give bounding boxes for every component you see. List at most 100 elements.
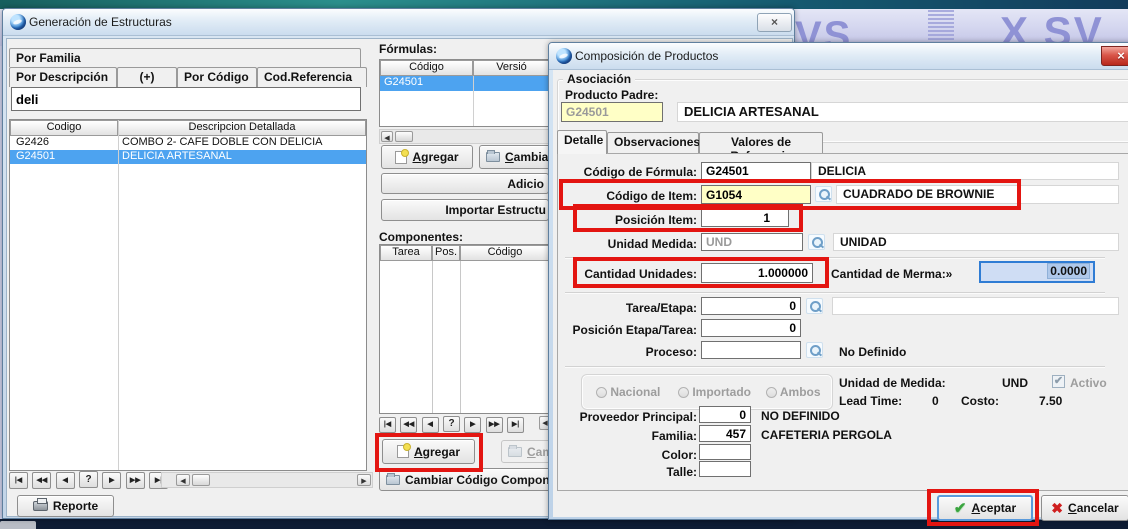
unidad-medida-label: Unidad Medida:: [567, 237, 697, 251]
column-header-tarea[interactable]: Tarea: [380, 245, 432, 261]
column-header-codigo[interactable]: Código: [460, 245, 550, 261]
familia-descripcion: CAFETERIA PERGOLA: [761, 428, 892, 442]
reporte-button[interactable]: Reporte: [17, 495, 114, 517]
lead-time-label: Lead Time:: [839, 394, 902, 408]
nav-help-button[interactable]: ?: [443, 416, 460, 432]
new-document-icon: [397, 445, 409, 458]
formulas-scrollbar[interactable]: ◀: [379, 129, 551, 144]
table-row-selected[interactable]: G24501 DELICIA ARTESANAL: [10, 150, 366, 164]
tab-plus[interactable]: (+): [117, 67, 177, 87]
producto-padre-field[interactable]: [561, 102, 663, 122]
codigo-item-field[interactable]: [701, 185, 811, 204]
app-icon: [556, 48, 572, 64]
familia-field[interactable]: [699, 425, 751, 442]
cantidad-unidades-field[interactable]: [701, 263, 813, 283]
results-table: Codigo Descripcion Detallada G2426 COMBO…: [9, 119, 367, 471]
color-field[interactable]: [699, 444, 751, 460]
column-divider: [460, 261, 461, 413]
tab-por-familia[interactable]: Por Familia: [9, 48, 361, 67]
cell-codigo: G2426: [16, 136, 49, 148]
radio-importado[interactable]: Importado: [678, 385, 751, 399]
componentes-label: Componentes:: [379, 230, 463, 244]
scroll-right-icon[interactable]: ▶: [357, 474, 371, 486]
nav-first-button[interactable]: |◀: [9, 472, 28, 489]
lookup-icon[interactable]: [815, 186, 832, 202]
radio-ambos[interactable]: Ambos: [766, 385, 821, 399]
proceso-field[interactable]: [701, 341, 801, 359]
talle-label: Talle:: [557, 465, 697, 479]
cantidad-merma-field[interactable]: 0.0000: [979, 261, 1095, 283]
aceptar-button[interactable]: ✔ Aceptar: [937, 495, 1033, 521]
nav-fast-back-button[interactable]: ◀◀: [400, 417, 417, 433]
codigo-formula-field[interactable]: [701, 162, 811, 180]
nav-back-button[interactable]: ◀: [422, 417, 439, 433]
tab-por-codigo[interactable]: Por Código: [177, 67, 257, 87]
nav-help-button[interactable]: ?: [79, 471, 98, 488]
lookup-icon[interactable]: [806, 342, 823, 358]
column-header-codigo[interactable]: Codigo: [10, 120, 118, 136]
unidad-medida-descripcion: UNIDAD: [833, 233, 1119, 251]
search-input[interactable]: [11, 87, 361, 111]
x-icon: ✖: [1051, 500, 1063, 517]
talle-field[interactable]: [699, 461, 751, 477]
app-icon: [10, 14, 26, 30]
horizontal-scrollbar[interactable]: ◀ ▶: [161, 472, 373, 488]
close-icon[interactable]: ×: [1101, 46, 1128, 66]
lookup-icon[interactable]: [806, 298, 823, 314]
tab-observaciones[interactable]: Observaciones: [607, 132, 699, 154]
activo-checkbox[interactable]: ✔: [1052, 375, 1065, 388]
column-header-pos[interactable]: Pos.: [432, 245, 460, 261]
radio-nacional[interactable]: Nacional: [596, 385, 660, 399]
componentes-agregar-button[interactable]: Agregar: [382, 439, 475, 464]
column-header-version[interactable]: Versió: [473, 60, 550, 76]
tab-cod-referencia[interactable]: Cod.Referencia: [257, 67, 367, 87]
tab-detalle[interactable]: Detalle: [557, 130, 607, 154]
check-icon: ✔: [954, 499, 967, 517]
formulas-row-selected[interactable]: G24501: [380, 76, 550, 91]
costo-label: Costo:: [961, 394, 999, 408]
nav-last-button[interactable]: ▶|: [507, 417, 524, 433]
adicional-button[interactable]: Adicio: [381, 173, 549, 194]
selected-text: 0.0000: [1047, 263, 1090, 279]
importar-estructura-button[interactable]: Importar Estructu: [381, 199, 549, 221]
tab-por-descripcion[interactable]: Por Descripción: [9, 67, 117, 87]
scroll-left-icon[interactable]: ◀: [176, 474, 190, 486]
lookup-icon[interactable]: [808, 234, 825, 250]
nav-fast-back-button[interactable]: ◀◀: [32, 472, 51, 489]
nav-fast-forward-button[interactable]: ▶▶: [126, 472, 145, 489]
nav-back-button[interactable]: ◀: [56, 472, 75, 489]
posicion-item-field[interactable]: [701, 209, 789, 227]
posicion-etapa-field[interactable]: [701, 319, 801, 337]
unidad-medida-field[interactable]: [701, 233, 803, 251]
radio-icon: [766, 387, 777, 398]
origen-group: Nacional Importado Ambos: [581, 374, 833, 410]
column-divider: [118, 120, 119, 470]
scroll-thumb[interactable]: [395, 131, 413, 142]
window-title: Generación de Estructuras: [29, 15, 172, 29]
nav-forward-button[interactable]: ▶: [102, 472, 121, 489]
proveedor-field[interactable]: [699, 406, 751, 423]
scroll-left-icon[interactable]: ◀: [381, 131, 393, 142]
tab-valores-referencia[interactable]: Valores de Referencia: [699, 132, 823, 154]
window-composicion-productos: Composición de Productos × Asociación Pr…: [548, 42, 1128, 520]
formulas-label: Fórmulas:: [379, 42, 437, 56]
nav-first-button[interactable]: |◀: [379, 417, 396, 433]
column-header-descripcion[interactable]: Descripcion Detallada: [118, 120, 366, 136]
column-divider: [473, 76, 474, 126]
tarea-etapa-field[interactable]: [701, 297, 801, 315]
table-row[interactable]: G2426 COMBO 2- CAFE DOBLE CON DELICIA: [10, 136, 366, 150]
proveedor-descripcion: NO DEFINIDO: [761, 409, 840, 423]
unidad-info-value: UND: [1002, 376, 1028, 390]
nav-forward-button[interactable]: ▶: [464, 417, 481, 433]
screen: VS X SV Generación de Estructuras × Por …: [0, 0, 1128, 529]
formulas-agregar-button[interactable]: Agregar: [381, 145, 473, 169]
scroll-thumb[interactable]: [192, 474, 210, 486]
proceso-descripcion: No Definido: [839, 345, 906, 359]
cancelar-button[interactable]: ✖ Cancelar: [1041, 495, 1128, 521]
close-icon[interactable]: ×: [757, 13, 792, 32]
posicion-etapa-label: Posición Etapa/Tarea:: [557, 323, 697, 337]
column-header-codigo[interactable]: Código: [380, 60, 473, 76]
column-divider: [432, 261, 433, 413]
nav-fast-forward-button[interactable]: ▶▶: [486, 417, 503, 433]
folder-icon: [508, 447, 522, 457]
